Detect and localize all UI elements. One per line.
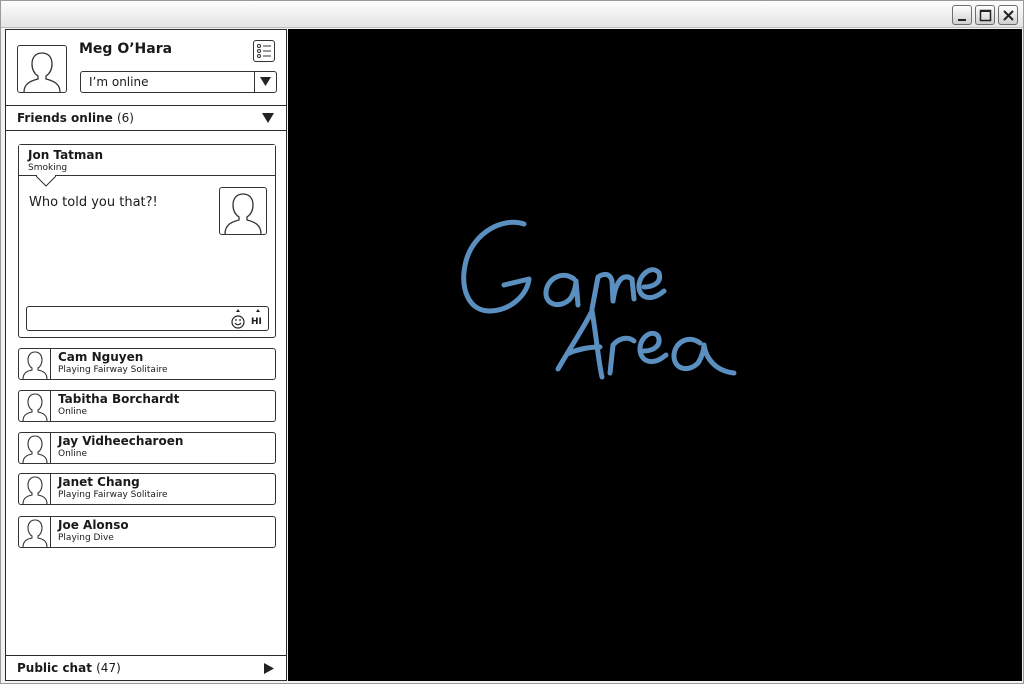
user-silhouette-icon	[22, 351, 48, 380]
friends-online-label: Friends online	[17, 111, 113, 125]
friend-item[interactable]: Jay Vidheecharoen Online	[18, 432, 276, 464]
friend-avatar	[19, 391, 51, 422]
friend-name: Joe Alonso	[58, 518, 129, 532]
chat-contact-status: Smoking	[28, 163, 68, 173]
sidebar: Meg O’Hara I’m online Friends online (6)	[5, 29, 287, 681]
menu-button[interactable]	[253, 40, 275, 62]
friend-status: Playing Fairway Solitaire	[58, 490, 168, 500]
expand-arrow-icon	[264, 663, 274, 674]
caret-up-icon	[256, 309, 260, 312]
close-icon	[1003, 10, 1014, 21]
user-silhouette-icon	[22, 519, 48, 548]
status-dropdown[interactable]: I’m online	[80, 71, 277, 93]
friend-item[interactable]: Tabitha Borchardt Online	[18, 390, 276, 422]
maximize-button[interactable]	[975, 5, 995, 25]
chat-contact-name: Jon Tatman	[28, 148, 104, 162]
profile-avatar[interactable]	[17, 45, 67, 93]
friend-status: Online	[58, 449, 88, 459]
app-window: Meg O’Hara I’m online Friends online (6)	[0, 0, 1024, 684]
title-bar	[1, 1, 1023, 28]
chat-header[interactable]: Jon Tatman Smoking	[19, 145, 275, 176]
chat-panel: Jon Tatman Smoking Who told you that?! H…	[18, 144, 276, 338]
friend-status: Online	[58, 407, 88, 417]
smiley-icon	[231, 309, 245, 329]
friend-item[interactable]: Joe Alonso Playing Dive	[18, 516, 276, 548]
user-silhouette-icon	[224, 193, 262, 235]
maximize-icon	[979, 9, 992, 22]
minimize-button[interactable]	[952, 5, 972, 25]
user-silhouette-icon	[23, 52, 61, 93]
emoticon-button[interactable]	[230, 309, 246, 329]
friend-status: Playing Dive	[58, 533, 114, 543]
friend-status: Playing Fairway Solitaire	[58, 365, 168, 375]
friends-online-header[interactable]: Friends online (6)	[6, 105, 286, 131]
user-silhouette-icon	[22, 393, 48, 422]
dropdown-toggle[interactable]	[254, 72, 276, 92]
friend-name: Jay Vidheecharoen	[58, 434, 184, 448]
user-silhouette-icon	[22, 435, 48, 464]
public-chat-header[interactable]: Public chat (47)	[6, 655, 286, 680]
speech-pointer-icon	[36, 175, 56, 187]
nudge-button[interactable]: HI	[249, 309, 267, 329]
friends-online-count: (6)	[116, 111, 134, 125]
status-value: I’m online	[89, 75, 149, 89]
collapse-arrow-icon	[262, 113, 274, 123]
chat-message: Who told you that?!	[29, 195, 158, 210]
friend-avatar	[19, 433, 51, 464]
friend-item[interactable]: Cam Nguyen Playing Fairway Solitaire	[18, 348, 276, 380]
friend-name: Janet Chang	[58, 475, 140, 489]
game-area-handwriting	[461, 219, 737, 380]
chat-contact-avatar	[219, 187, 267, 235]
friend-item[interactable]: Janet Chang Playing Fairway Solitaire	[18, 473, 276, 505]
friend-avatar	[19, 517, 51, 548]
profile-name: Meg O’Hara	[79, 41, 173, 57]
minimize-icon	[958, 19, 966, 21]
friend-name: Cam Nguyen	[58, 350, 144, 364]
public-chat-count: (47)	[96, 661, 121, 675]
game-area[interactable]	[288, 29, 1022, 681]
user-silhouette-icon	[22, 476, 48, 505]
friend-avatar	[19, 349, 51, 380]
list-menu-icon	[257, 44, 271, 58]
friend-name: Tabitha Borchardt	[58, 392, 180, 406]
chat-input[interactable]: HI	[26, 306, 269, 331]
chevron-down-icon	[260, 77, 271, 86]
public-chat-label: Public chat	[17, 661, 92, 675]
nudge-label: HI	[251, 317, 262, 327]
friend-avatar	[19, 474, 51, 505]
close-button[interactable]	[998, 5, 1018, 25]
